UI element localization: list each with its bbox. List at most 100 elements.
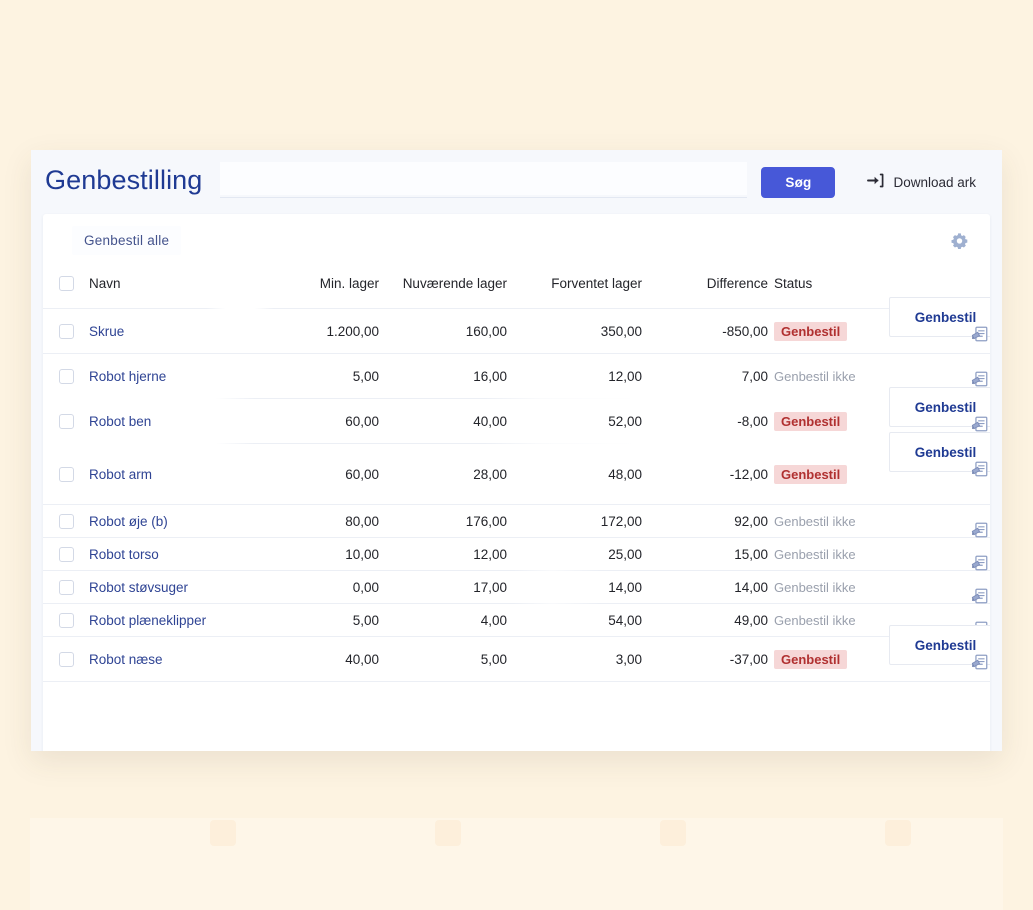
tab-reorder-all[interactable]: Genbestil alle bbox=[72, 226, 182, 255]
row-select-cell bbox=[43, 546, 89, 562]
cell-status: Genbestil ikke bbox=[768, 514, 884, 529]
product-link[interactable]: Robot torso bbox=[89, 547, 159, 562]
row-checkbox[interactable] bbox=[58, 651, 74, 667]
cell-actions: Genbestil bbox=[884, 432, 990, 504]
cell-status: Genbestil bbox=[768, 649, 884, 669]
note-edit-icon[interactable] bbox=[971, 460, 989, 478]
cell-difference: 49,00 bbox=[734, 612, 768, 628]
cell-difference: -12,00 bbox=[729, 466, 768, 482]
watermark-mark bbox=[885, 820, 911, 846]
row-select-cell bbox=[43, 612, 89, 628]
row-select-cell bbox=[43, 323, 89, 339]
cell-expected-stock: 48,00 bbox=[608, 466, 642, 482]
cell-name: Skrue bbox=[89, 324, 264, 339]
cell-min-stock: 5,00 bbox=[352, 368, 379, 384]
search-field-wrapper bbox=[220, 162, 748, 202]
table-row: Robot ben 60,00 40,00 52,00 -8,00 Genbestil Ge… bbox=[43, 387, 990, 443]
column-header-status[interactable]: Status bbox=[768, 272, 884, 291]
search-button[interactable]: Søg bbox=[761, 166, 836, 198]
cell-current-stock: 40,00 bbox=[473, 413, 507, 429]
cell-actions: Genbestil bbox=[884, 625, 990, 681]
background-band bbox=[30, 818, 1003, 910]
product-link[interactable]: Robot øje (b) bbox=[89, 514, 168, 529]
cell-expected-stock: 3,00 bbox=[615, 651, 642, 667]
cell-actions: Genbestil bbox=[884, 297, 990, 353]
row-checkbox[interactable] bbox=[58, 466, 74, 482]
status-text: Genbestil ikke bbox=[774, 579, 856, 595]
cell-expected-stock: 54,00 bbox=[608, 612, 642, 628]
note-edit-icon[interactable] bbox=[971, 370, 989, 388]
column-header-name[interactable]: Navn bbox=[89, 272, 264, 291]
cell-difference: 7,00 bbox=[741, 368, 768, 384]
note-edit-icon[interactable] bbox=[971, 653, 989, 671]
cell-current-stock: 12,00 bbox=[473, 546, 507, 562]
note-edit-icon[interactable] bbox=[971, 587, 989, 605]
column-header-current-stock[interactable]: Nuværende lager bbox=[379, 272, 507, 291]
product-link[interactable]: Robot ben bbox=[89, 414, 151, 429]
status-text: Genbestil ikke bbox=[774, 612, 856, 628]
cell-difference: 15,00 bbox=[734, 546, 768, 562]
note-edit-icon[interactable] bbox=[971, 521, 989, 539]
product-link[interactable]: Robot plæneklipper bbox=[89, 613, 206, 628]
cell-min-stock: 60,00 bbox=[345, 413, 379, 429]
search-input[interactable] bbox=[220, 162, 748, 195]
row-select-cell bbox=[43, 413, 89, 429]
row-checkbox[interactable] bbox=[58, 323, 74, 339]
cell-expected-stock: 14,00 bbox=[608, 579, 642, 595]
cell-min-stock: 60,00 bbox=[345, 466, 379, 482]
status-text: Genbestil ikke bbox=[774, 513, 856, 529]
watermark-mark bbox=[435, 820, 461, 846]
card-toolbar: Genbestil alle bbox=[43, 214, 990, 272]
column-header-min-stock[interactable]: Min. lager bbox=[264, 272, 379, 291]
product-link[interactable]: Robot arm bbox=[89, 467, 152, 482]
cell-name: Robot plæneklipper bbox=[89, 613, 264, 628]
column-header-difference[interactable]: Difference bbox=[642, 272, 768, 291]
watermark-mark bbox=[660, 820, 686, 846]
cell-actions bbox=[884, 505, 990, 539]
product-link[interactable]: Robot støvsuger bbox=[89, 580, 188, 595]
table-row: Robot arm 60,00 28,00 48,00 -12,00 Genbestil G… bbox=[43, 432, 990, 504]
row-checkbox[interactable] bbox=[58, 368, 74, 384]
cell-difference: -8,00 bbox=[737, 413, 768, 429]
cell-current-stock: 176,00 bbox=[465, 513, 507, 529]
product-link[interactable]: Robot næse bbox=[89, 652, 163, 667]
note-edit-icon[interactable] bbox=[971, 415, 989, 433]
row-checkbox[interactable] bbox=[58, 546, 74, 562]
column-header-expected-stock[interactable]: Forventet lager bbox=[507, 272, 642, 291]
cell-current-stock: 28,00 bbox=[473, 466, 507, 482]
note-edit-icon[interactable] bbox=[971, 325, 989, 343]
product-link[interactable]: Robot hjerne bbox=[89, 369, 166, 384]
table-row: Robot torso 10,00 12,00 25,00 15,00 Genbestil… bbox=[43, 538, 990, 572]
cell-current-stock: 4,00 bbox=[480, 612, 507, 628]
select-all-checkbox[interactable] bbox=[58, 276, 74, 291]
cell-expected-stock: 25,00 bbox=[608, 546, 642, 562]
note-edit-icon[interactable] bbox=[971, 554, 989, 572]
table-header-row: Navn Min. lager Nuværende lager Forvente… bbox=[43, 272, 990, 308]
download-sheet-button[interactable]: Download ark bbox=[867, 173, 976, 191]
cell-min-stock: 10,00 bbox=[345, 546, 379, 562]
cell-status: Genbestil ikke bbox=[768, 613, 884, 628]
cell-status: Genbestil ikke bbox=[768, 580, 884, 595]
row-checkbox[interactable] bbox=[58, 513, 74, 529]
cell-min-stock: 1.200,00 bbox=[326, 323, 379, 339]
row-divider bbox=[43, 681, 990, 682]
cell-expected-stock: 12,00 bbox=[608, 368, 642, 384]
download-arrow-icon bbox=[867, 173, 884, 191]
cell-status: Genbestil bbox=[768, 464, 884, 484]
cell-name: Robot torso bbox=[89, 547, 264, 562]
cell-min-stock: 40,00 bbox=[345, 651, 379, 667]
row-checkbox[interactable] bbox=[58, 579, 74, 595]
cell-actions bbox=[884, 571, 990, 605]
cell-status: Genbestil bbox=[768, 321, 884, 341]
cell-expected-stock: 52,00 bbox=[608, 413, 642, 429]
settings-button[interactable] bbox=[948, 232, 970, 254]
row-select-cell bbox=[43, 513, 89, 529]
cell-name: Robot støvsuger bbox=[89, 580, 264, 595]
cell-name: Robot øje (b) bbox=[89, 514, 264, 529]
cell-name: Robot ben bbox=[89, 414, 264, 429]
cell-name: Robot arm bbox=[89, 467, 264, 482]
row-checkbox[interactable] bbox=[58, 413, 74, 429]
row-checkbox[interactable] bbox=[58, 612, 74, 628]
product-link[interactable]: Skrue bbox=[89, 324, 124, 339]
cell-actions bbox=[884, 538, 990, 572]
